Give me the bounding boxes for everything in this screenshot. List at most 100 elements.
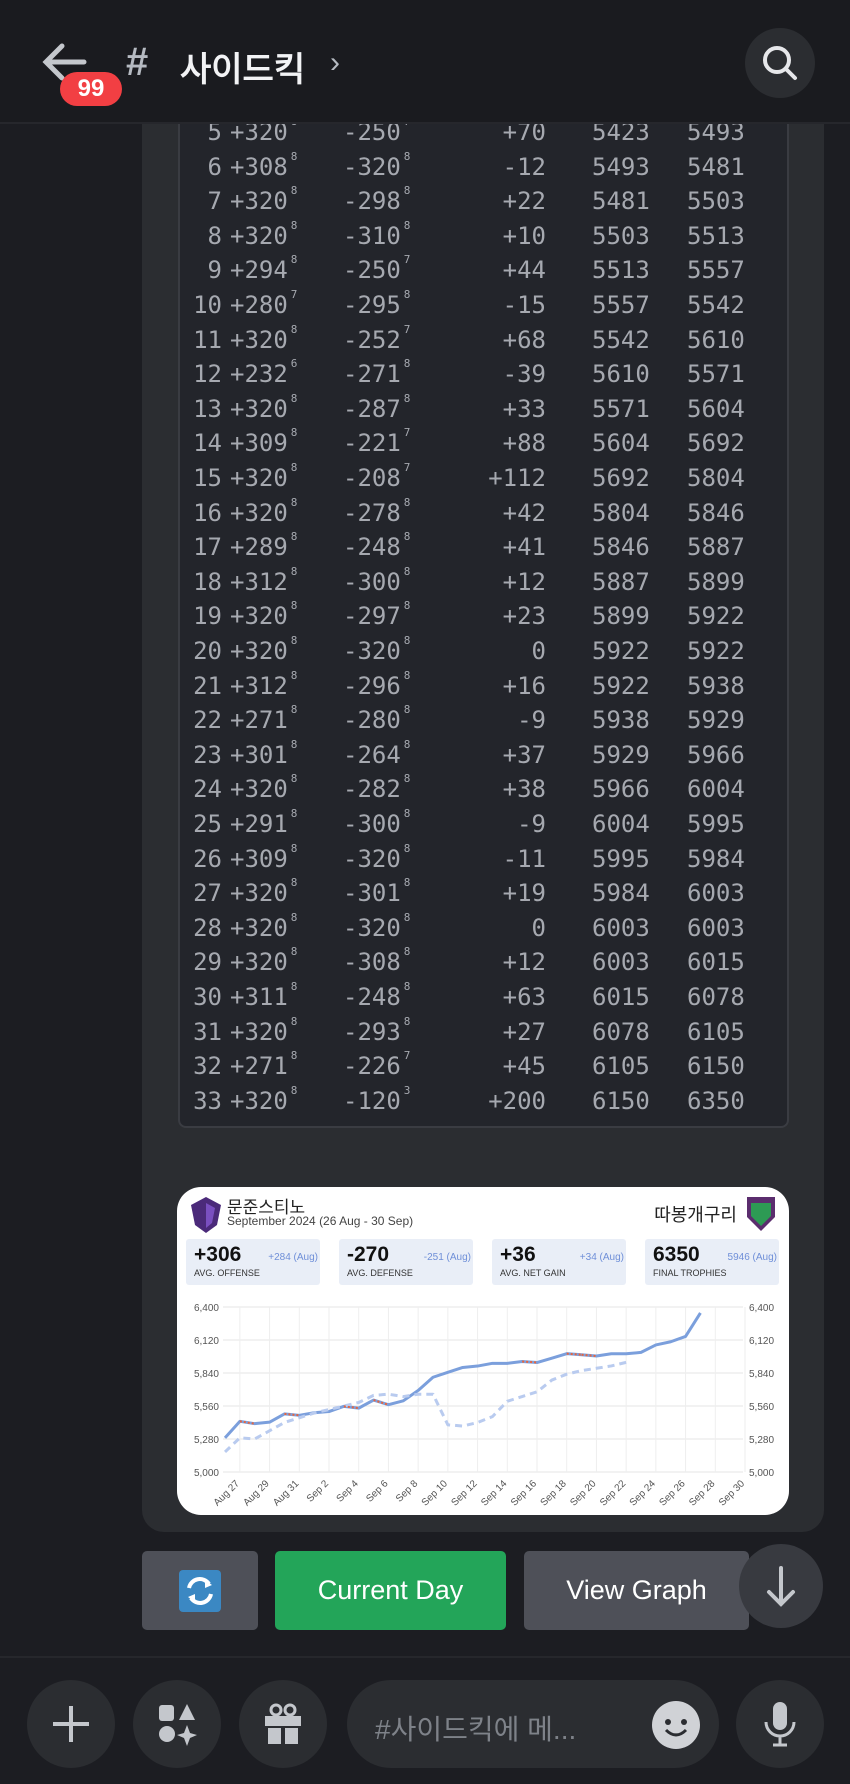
offense-attacks: 8 <box>290 391 298 405</box>
offense-attacks: 8 <box>290 910 298 924</box>
start-cell: 6150 <box>592 1086 650 1115</box>
defense-cell: -252 7 <box>343 323 410 354</box>
message-input[interactable]: #사이드킥에 메... <box>347 1680 719 1768</box>
offense-value: +320 <box>230 948 288 977</box>
x-tick: Sep 14 <box>479 1478 509 1508</box>
start-cell: 5513 <box>592 256 650 285</box>
offense-value: +312 <box>230 567 288 596</box>
defense-count: 8 <box>403 530 411 544</box>
day-cell: 7 <box>207 187 222 216</box>
defense-count: 8 <box>403 980 411 993</box>
offense-cell: +3208 <box>230 910 298 942</box>
table-row: 7 +320 8 -298 8 +22 5481 5503 <box>180 184 787 221</box>
defense-cell: -280 8 <box>343 703 410 734</box>
offense-attacks: 6 <box>290 357 298 371</box>
offense-value: +294 <box>230 256 288 285</box>
y-tick-left: 5,840 <box>194 1369 219 1380</box>
apps-button[interactable] <box>133 1680 221 1768</box>
defense-cell: -208 7 <box>343 461 410 492</box>
offense-attacks: 8 <box>290 876 298 890</box>
offense-value: +320 <box>230 187 288 216</box>
offense-value: +271 <box>230 1052 288 1081</box>
net-cell: +68 <box>502 325 546 354</box>
stat-value: +36 <box>500 1243 536 1266</box>
x-tick: Sep 26 <box>657 1478 687 1508</box>
stat-value: +306 <box>194 1243 242 1266</box>
defense-count: 8 <box>403 599 411 613</box>
day-cell: 17 <box>193 533 222 562</box>
defense-cell: -293 8 <box>343 1015 410 1046</box>
net-cell: +23 <box>502 602 546 631</box>
defense-value: -248 <box>343 983 401 1011</box>
offense-attacks: 8 <box>290 564 298 578</box>
gift-button[interactable] <box>239 1680 327 1768</box>
start-cell: 5922 <box>592 671 650 700</box>
net-cell: +33 <box>502 394 546 423</box>
refresh-button[interactable] <box>142 1551 258 1630</box>
defense-cell: -308 8 <box>343 945 410 976</box>
y-tick-left: 5,560 <box>194 1402 219 1413</box>
start-cell: 6004 <box>592 810 650 838</box>
search-button[interactable] <box>745 28 815 98</box>
view-graph-button[interactable]: View Graph <box>524 1551 749 1630</box>
table-row: 33 +320 8 -120 3 +200 6150 6350 <box>180 1083 787 1121</box>
day-cell: 24 <box>193 775 222 804</box>
offense-attacks: 8 <box>290 149 298 163</box>
offense-cell: +291 8 <box>230 807 297 838</box>
stat-compare: -251 (Aug) <box>423 1252 471 1263</box>
offense-cell: +3208 <box>230 945 297 977</box>
defense-value: -300 <box>343 810 401 838</box>
table-row: 14 +309 8 -221 7 +88 5604 5692 <box>180 426 787 463</box>
net-cell: -15 <box>502 291 546 319</box>
defense-value: -221 <box>343 429 401 458</box>
offense-value: +320 <box>230 464 288 492</box>
table-row: 31 +320 8 -293 8 +27 6078 6105 <box>180 1015 787 1052</box>
net-cell: +45 <box>502 1052 546 1081</box>
apps-icon <box>159 1704 197 1746</box>
end-cell: 5610 <box>687 325 745 354</box>
table-row: 15 +320 8 -208 7 +112 5692 5804 <box>180 461 787 498</box>
start-cell: 5995 <box>592 844 650 873</box>
defense-value: -296 <box>343 671 401 700</box>
end-cell: 5604 <box>687 394 745 423</box>
net-cell: +200 <box>488 1086 546 1115</box>
defense-count: 8 <box>403 495 411 509</box>
offense-attacks: 8 <box>290 461 298 474</box>
graph-image[interactable]: 문준스티노 September 2024 (26 Aug - 30 Sep) 따… <box>177 1187 789 1515</box>
offense-attacks: 8 <box>290 426 298 440</box>
defense-value: -282 <box>343 775 401 804</box>
net-cell: -39 <box>502 360 546 389</box>
add-attachment-button[interactable] <box>27 1680 115 1768</box>
x-tick: Sep 30 <box>717 1478 747 1508</box>
net-cell: +37 <box>502 740 546 769</box>
end-cell: 5513 <box>687 221 745 250</box>
x-tick: Sep 20 <box>568 1478 598 1508</box>
channel-title[interactable]: 사이드킥 <box>180 42 305 91</box>
voice-message-button[interactable] <box>736 1680 824 1768</box>
defense-value: -295 <box>343 291 401 319</box>
offense-attacks: 8 <box>290 1083 298 1097</box>
offense-cell: +280 7 <box>230 288 297 319</box>
current-day-button[interactable]: Current Day <box>275 1551 506 1630</box>
defense-cell: -295 8 <box>343 288 410 319</box>
day-cell: 10 <box>193 291 222 319</box>
jump-to-bottom-button[interactable] <box>739 1544 823 1628</box>
end-cell: 5938 <box>687 671 745 700</box>
end-cell: 5571 <box>687 360 745 389</box>
x-tick: Aug 31 <box>271 1478 301 1508</box>
emoji-icon[interactable] <box>651 1700 701 1750</box>
table-row: 10 +280 7 -295 8 -15 5557 5542 <box>180 288 787 325</box>
table-row: 21 +312 8 -296 8 +16 5922 5938 <box>180 669 787 706</box>
defense-cell: -300 8 <box>343 565 410 596</box>
offense-cell: +309 8 <box>230 426 298 457</box>
end-cell: 6350 <box>687 1086 745 1115</box>
chevron-right-icon[interactable]: › <box>330 46 340 80</box>
y-tick-right: 6,120 <box>749 1336 774 1347</box>
defense-value: -278 <box>343 498 401 527</box>
net-cell: +41 <box>502 533 546 562</box>
stat-box: +306 +284 (Aug) AVG. OFFENSE <box>186 1239 320 1285</box>
start-cell: 5692 <box>592 464 650 492</box>
net-cell: +38 <box>502 775 546 804</box>
gift-icon <box>265 1703 301 1744</box>
start-cell: 5929 <box>592 740 650 769</box>
